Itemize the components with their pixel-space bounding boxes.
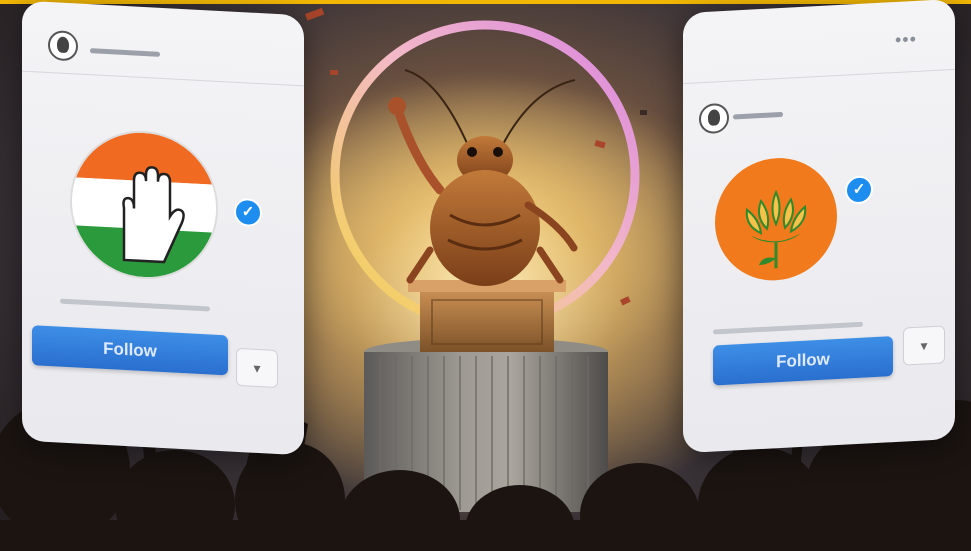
avatar[interactable] bbox=[48, 29, 78, 62]
right-profile-card: ••• ✓ Follow ▾ bbox=[683, 0, 955, 454]
scene: ✓ Follow ▾ ••• ✓ Follow ▾ bbox=[0, 0, 971, 551]
bio-placeholder bbox=[713, 321, 863, 335]
handle-placeholder bbox=[90, 48, 160, 57]
follow-button[interactable]: Follow bbox=[32, 325, 228, 376]
avatar[interactable] bbox=[699, 102, 729, 135]
chevron-down-icon[interactable]: ▾ bbox=[903, 325, 945, 366]
podium bbox=[408, 280, 566, 352]
left-card-header bbox=[22, 0, 304, 87]
verified-badge-icon: ✓ bbox=[845, 175, 873, 205]
chevron-down-icon[interactable]: ▾ bbox=[236, 347, 278, 389]
bio-placeholder bbox=[60, 298, 210, 312]
verified-badge-icon: ✓ bbox=[234, 197, 262, 228]
follow-button[interactable]: Follow bbox=[713, 336, 893, 386]
hand-symbol-logo bbox=[70, 127, 218, 283]
handle-placeholder bbox=[733, 111, 783, 120]
lotus-symbol-logo bbox=[715, 155, 837, 284]
more-options-icon[interactable]: ••• bbox=[895, 29, 917, 51]
left-profile-card: ✓ Follow ▾ bbox=[22, 0, 304, 456]
right-card-header: ••• bbox=[683, 0, 955, 135]
